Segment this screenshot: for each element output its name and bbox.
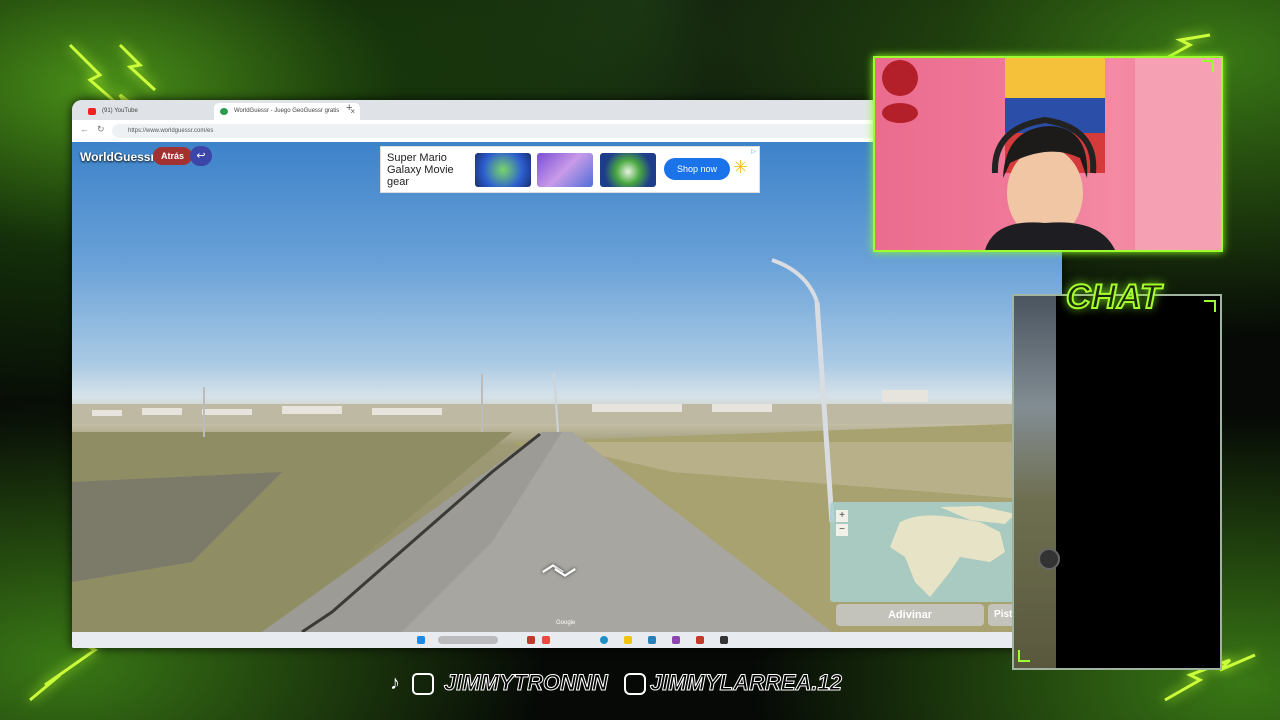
worldguessr-icon: [220, 108, 228, 115]
ad-product-image[interactable]: [537, 153, 593, 187]
new-tab-icon[interactable]: +: [346, 102, 352, 114]
search-icon[interactable]: [438, 636, 498, 644]
ad-info-icon[interactable]: ▷: [751, 148, 756, 155]
back-button[interactable]: Atrás: [153, 147, 193, 165]
ad-title: Super Mario Galaxy Movie gear: [387, 152, 454, 188]
windows-start-icon[interactable]: [417, 636, 425, 644]
ad-product-image[interactable]: [600, 153, 656, 187]
zoom-in-button[interactable]: +: [836, 510, 848, 522]
taskbar-app-icon[interactable]: [720, 636, 728, 644]
guess-minimap[interactable]: + −: [830, 502, 1020, 602]
chat-panel: [1012, 294, 1222, 670]
shop-now-button[interactable]: Shop now: [664, 158, 730, 180]
walmart-spark-icon: ✳: [733, 157, 749, 177]
tab-label: (91) YouTube: [102, 108, 138, 114]
webcam-corner-decoration: [1202, 60, 1214, 72]
youtube-icon: [88, 108, 96, 115]
advertisement-banner[interactable]: Super Mario Galaxy Movie gear Shop now ✳…: [380, 146, 760, 193]
tab-youtube[interactable]: (91) YouTube ×: [82, 103, 232, 120]
move-back-arrow-icon[interactable]: ﹀: [554, 562, 576, 594]
taskbar-app-icon[interactable]: [696, 636, 704, 644]
ad-product-image[interactable]: [475, 153, 531, 187]
chat-title: CHAT: [1065, 277, 1162, 317]
edge-browser-icon[interactable]: [600, 636, 608, 644]
folder-icon[interactable]: [624, 636, 632, 644]
tab-worldguessr[interactable]: WorldGuessr - Juego GeoGuessr gratis ×: [214, 103, 360, 120]
taskbar-app-icon[interactable]: [527, 636, 535, 644]
youtube-icon: [412, 673, 434, 695]
chat-overlap-strip: [1014, 296, 1056, 668]
back-arrow-icon[interactable]: ←: [80, 124, 89, 134]
webcam-feed: [873, 56, 1223, 252]
worldguessr-logo[interactable]: WorldGuessr: [80, 150, 155, 164]
taskbar-app-icon[interactable]: [542, 636, 550, 644]
tiktok-icon: ♪: [390, 672, 400, 694]
tab-label: WorldGuessr - Juego GeoGuessr gratis: [234, 108, 340, 114]
taskbar-app-icon[interactable]: [648, 636, 656, 644]
return-to-start-icon[interactable]: ↩: [190, 146, 212, 166]
instagram-handle: JIMMYLARREA.12: [650, 670, 843, 696]
chat-corner-decoration: [1204, 300, 1216, 312]
zoom-out-button[interactable]: −: [836, 524, 848, 536]
google-watermark: Google: [556, 620, 576, 626]
record-icon: [1038, 548, 1060, 570]
windows-taskbar: [72, 632, 1062, 648]
chat-corner-decoration: [1018, 650, 1030, 662]
webcam-scene: [882, 58, 1221, 250]
world-map: [890, 506, 1015, 597]
taskbar-app-icon[interactable]: [672, 636, 680, 644]
tiktok-youtube-handle: JIMMYTRONNN: [444, 670, 609, 696]
instagram-icon: [624, 673, 646, 695]
guess-button[interactable]: Adivinar: [836, 604, 984, 626]
reload-icon[interactable]: ↻: [97, 124, 105, 135]
